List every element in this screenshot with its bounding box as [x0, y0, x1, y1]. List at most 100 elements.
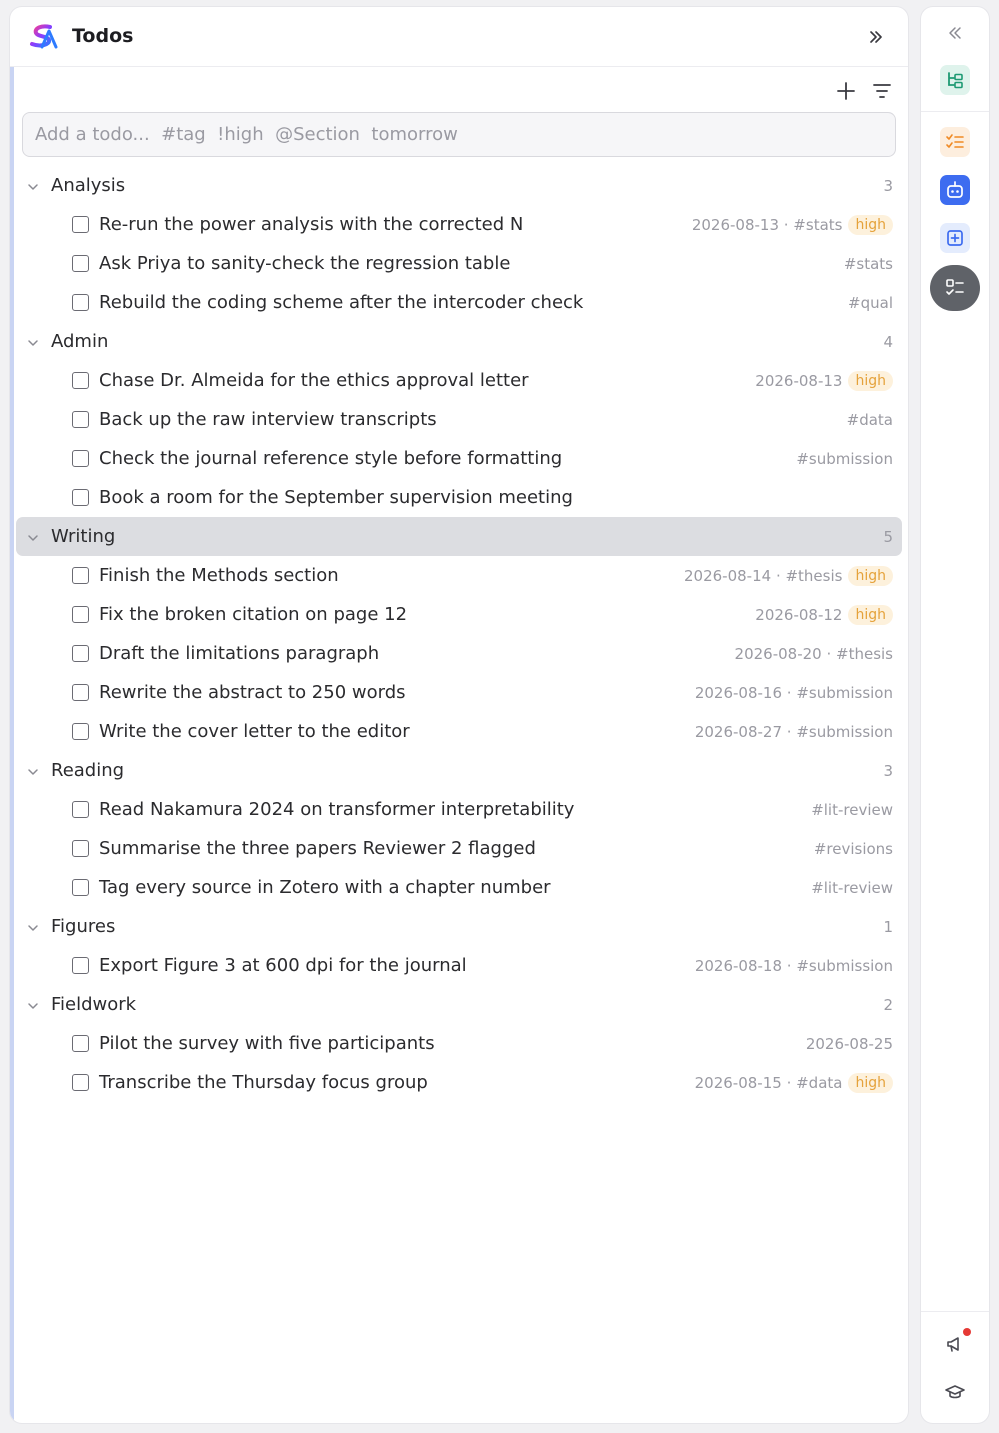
todo-meta-text: 2026-08-18 · #submission [694, 956, 893, 975]
todo-checkbox[interactable] [72, 489, 89, 506]
section-header-analysis[interactable]: Analysis 3 [10, 166, 908, 205]
todo-text: Back up the raw interview transcripts [99, 409, 437, 430]
chevron-down-icon[interactable] [26, 530, 40, 544]
todo-checkbox[interactable] [72, 879, 89, 896]
priority-badge: high [848, 370, 893, 391]
todo-meta-text: #stats [843, 254, 893, 273]
todo-meta-text: #lit-review [811, 800, 893, 819]
todo-checkbox[interactable] [72, 567, 89, 584]
section-header-reading[interactable]: Reading 3 [10, 751, 908, 790]
todos-panel: Todos Analysis 3 Re-run the power analysis… [10, 7, 908, 1423]
todo-item[interactable]: Transcribe the Thursday focus group 2026-… [10, 1063, 908, 1102]
add-todo-input[interactable] [23, 113, 895, 156]
add-box-icon [947, 230, 963, 246]
filter-button[interactable] [868, 77, 896, 105]
todo-checkbox[interactable] [72, 1035, 89, 1052]
checklist-button[interactable] [940, 127, 970, 157]
section-name: Writing [51, 526, 116, 547]
add-panel-button[interactable] [940, 223, 970, 253]
todo-meta: 2026-08-18 · #submission [695, 957, 893, 975]
todo-checkbox[interactable] [72, 684, 89, 701]
todo-meta: #qual [848, 294, 893, 312]
section-count: 1 [883, 917, 893, 936]
todo-item[interactable]: Back up the raw interview transcripts #da… [10, 400, 908, 439]
todo-item[interactable]: Summarise the three papers Reviewer 2 fl… [10, 829, 908, 868]
todo-meta-text: 2026-08-14 · #thesis [684, 566, 843, 585]
todo-meta: 2026-08-14 · #thesis high [684, 565, 893, 586]
filter-icon [873, 84, 891, 98]
todo-text: Fix the broken citation on page 12 [99, 604, 408, 625]
todo-meta-text: #lit-review [811, 878, 893, 897]
todo-checkbox[interactable] [72, 294, 89, 311]
todo-list: Analysis 3 Re-run the power analysis with … [10, 166, 908, 1102]
todo-checkbox[interactable] [72, 372, 89, 389]
todo-item[interactable]: Fix the broken citation on page 12 2026-0… [10, 595, 908, 634]
assistant-button[interactable] [940, 175, 970, 205]
todo-item[interactable]: Check the journal reference style before… [10, 439, 908, 478]
tree-view-button[interactable] [940, 65, 970, 95]
learn-button[interactable] [940, 1377, 970, 1407]
todo-checkbox[interactable] [72, 606, 89, 623]
todo-text: Check the journal reference style before… [99, 448, 563, 469]
todo-checkbox[interactable] [72, 645, 89, 662]
todo-item[interactable]: Rebuild the coding scheme after the inte… [10, 283, 908, 322]
todo-item[interactable]: Rewrite the abstract to 250 words 2026-08… [10, 673, 908, 712]
checklist-icon [946, 134, 964, 148]
todo-item[interactable]: Chase Dr. Almeida for the ethics approva… [10, 361, 908, 400]
todo-meta-text: 2026-08-16 · #submission [694, 683, 893, 702]
todo-item[interactable]: Ask Priya to sanity-check the regression… [10, 244, 908, 283]
todo-checkbox[interactable] [72, 801, 89, 818]
chevron-down-icon[interactable] [26, 335, 40, 349]
todo-checkbox[interactable] [72, 255, 89, 272]
priority-badge: high [848, 565, 893, 586]
todo-text: Rewrite the abstract to 250 words [99, 682, 406, 703]
todo-checkbox[interactable] [72, 723, 89, 740]
todo-item[interactable]: Draft the limitations paragraph 2026-08-2… [10, 634, 908, 673]
todo-checkbox[interactable] [72, 216, 89, 233]
collapse-left-button[interactable] [943, 21, 967, 45]
todo-meta-text: 2026-08-13 [755, 371, 843, 390]
todo-checkbox[interactable] [72, 957, 89, 974]
todo-meta-text: #qual [848, 293, 893, 312]
todo-text: Write the cover letter to the editor [99, 721, 410, 742]
chevron-down-icon[interactable] [26, 998, 40, 1012]
todo-item[interactable]: Pilot the survey with five participants 2… [10, 1024, 908, 1063]
section-header-figures[interactable]: Figures 1 [10, 907, 908, 946]
todo-item[interactable]: Re-run the power analysis with the corre… [10, 205, 908, 244]
notification-dot [963, 1328, 971, 1336]
todo-meta-text: 2026-08-13 · #stats [691, 215, 843, 234]
announcements-button[interactable] [940, 1328, 971, 1359]
todo-item[interactable]: Read Nakamura 2024 on transformer interp… [10, 790, 908, 829]
todo-checkbox[interactable] [72, 840, 89, 857]
todos-button[interactable] [930, 265, 980, 311]
todo-item[interactable]: Book a room for the September supervisio… [10, 478, 908, 517]
todo-meta-text: 2026-08-12 [755, 605, 843, 624]
todo-text: Tag every source in Zotero with a chapte… [99, 877, 551, 898]
todo-text: Ask Priya to sanity-check the regression… [99, 253, 511, 274]
todo-checkbox[interactable] [72, 411, 89, 428]
section-name: Reading [51, 760, 125, 781]
section-name: Figures [51, 916, 116, 937]
todo-text: Transcribe the Thursday focus group [99, 1072, 428, 1093]
todo-text: Export Figure 3 at 600 dpi for the journ… [99, 955, 467, 976]
section-header-fieldwork[interactable]: Fieldwork 2 [10, 985, 908, 1024]
chevron-down-icon[interactable] [26, 764, 40, 778]
todo-meta-text: 2026-08-20 · #thesis [734, 644, 893, 663]
todo-checkbox[interactable] [72, 1074, 89, 1091]
chevron-down-icon[interactable] [26, 179, 40, 193]
todo-item[interactable]: Finish the Methods section 2026-08-14 · #… [10, 556, 908, 595]
todo-checkbox[interactable] [72, 450, 89, 467]
section-name: Admin [51, 331, 109, 352]
todo-meta: #submission [796, 450, 893, 468]
todo-item[interactable]: Write the cover letter to the editor 2026… [10, 712, 908, 751]
chevron-down-icon[interactable] [26, 920, 40, 934]
section-header-admin[interactable]: Admin 4 [10, 322, 908, 361]
expand-right-button[interactable] [864, 25, 888, 49]
tree-view-icon [948, 72, 963, 89]
todo-item[interactable]: Tag every source in Zotero with a chapte… [10, 868, 908, 907]
add-todo-button[interactable] [832, 77, 860, 105]
todo-item[interactable]: Export Figure 3 at 600 dpi for the journ… [10, 946, 908, 985]
section-header-writing[interactable]: Writing 5 [16, 517, 902, 556]
todo-meta: 2026-08-15 · #data high [695, 1072, 893, 1093]
todo-meta: 2026-08-25 [806, 1035, 893, 1053]
